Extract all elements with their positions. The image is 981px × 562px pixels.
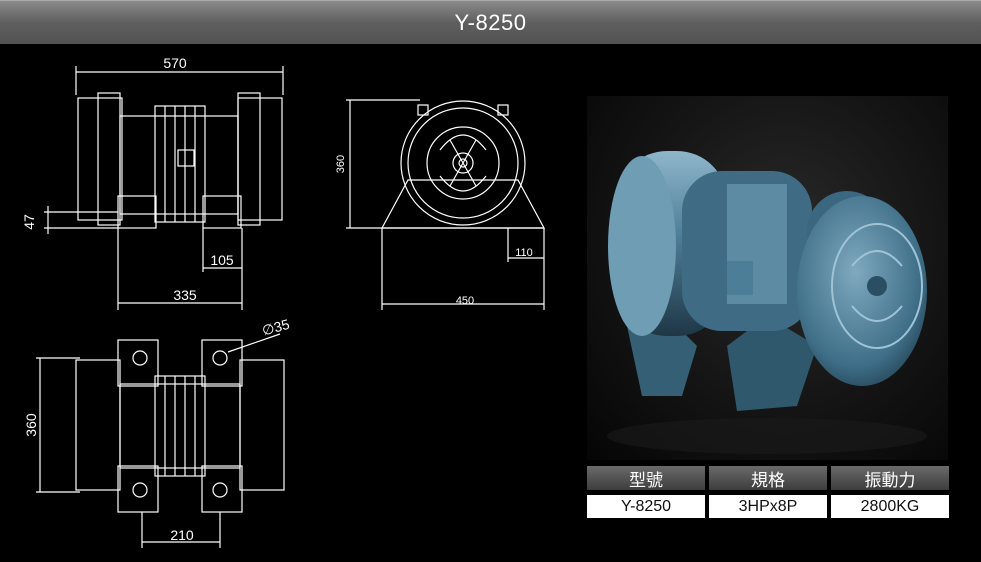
vibrator-motor-render: [607, 151, 927, 454]
product-photo: [587, 96, 948, 460]
product-title: Y-8250: [454, 9, 527, 35]
dim-110: 110: [515, 247, 533, 259]
title-bar: Y-8250: [0, 0, 981, 44]
dim-front-360: 360: [335, 155, 347, 173]
spec-value-force: 2800KG: [831, 495, 949, 518]
spec-header-spec: 規格: [709, 466, 827, 490]
spec-header-model: 型號: [587, 466, 705, 490]
dim-47: 47: [21, 214, 37, 230]
dim-570: 570: [163, 55, 187, 71]
spec-header-row: 型號 規格 振動力: [587, 466, 949, 490]
spec-value-row: Y-8250 3HPx8P 2800KG: [587, 490, 949, 518]
dim-335: 335: [173, 287, 197, 303]
dim-bottom-360: 360: [23, 413, 39, 437]
spec-header-force: 振動力: [831, 466, 949, 490]
spec-value-model: Y-8250: [587, 495, 705, 518]
bottom-view-drawing: [36, 333, 285, 548]
dim-105: 105: [210, 252, 234, 268]
spec-table: 型號 規格 振動力 Y-8250 3HPx8P 2800KG: [587, 466, 949, 518]
spec-value-spec: 3HPx8P: [709, 495, 827, 518]
dim-hole-35: ∅35: [260, 316, 291, 339]
front-view-drawing: [346, 99, 546, 310]
top-view-drawing: [44, 66, 284, 310]
dim-210: 210: [170, 527, 194, 543]
dim-450: 450: [456, 295, 474, 307]
